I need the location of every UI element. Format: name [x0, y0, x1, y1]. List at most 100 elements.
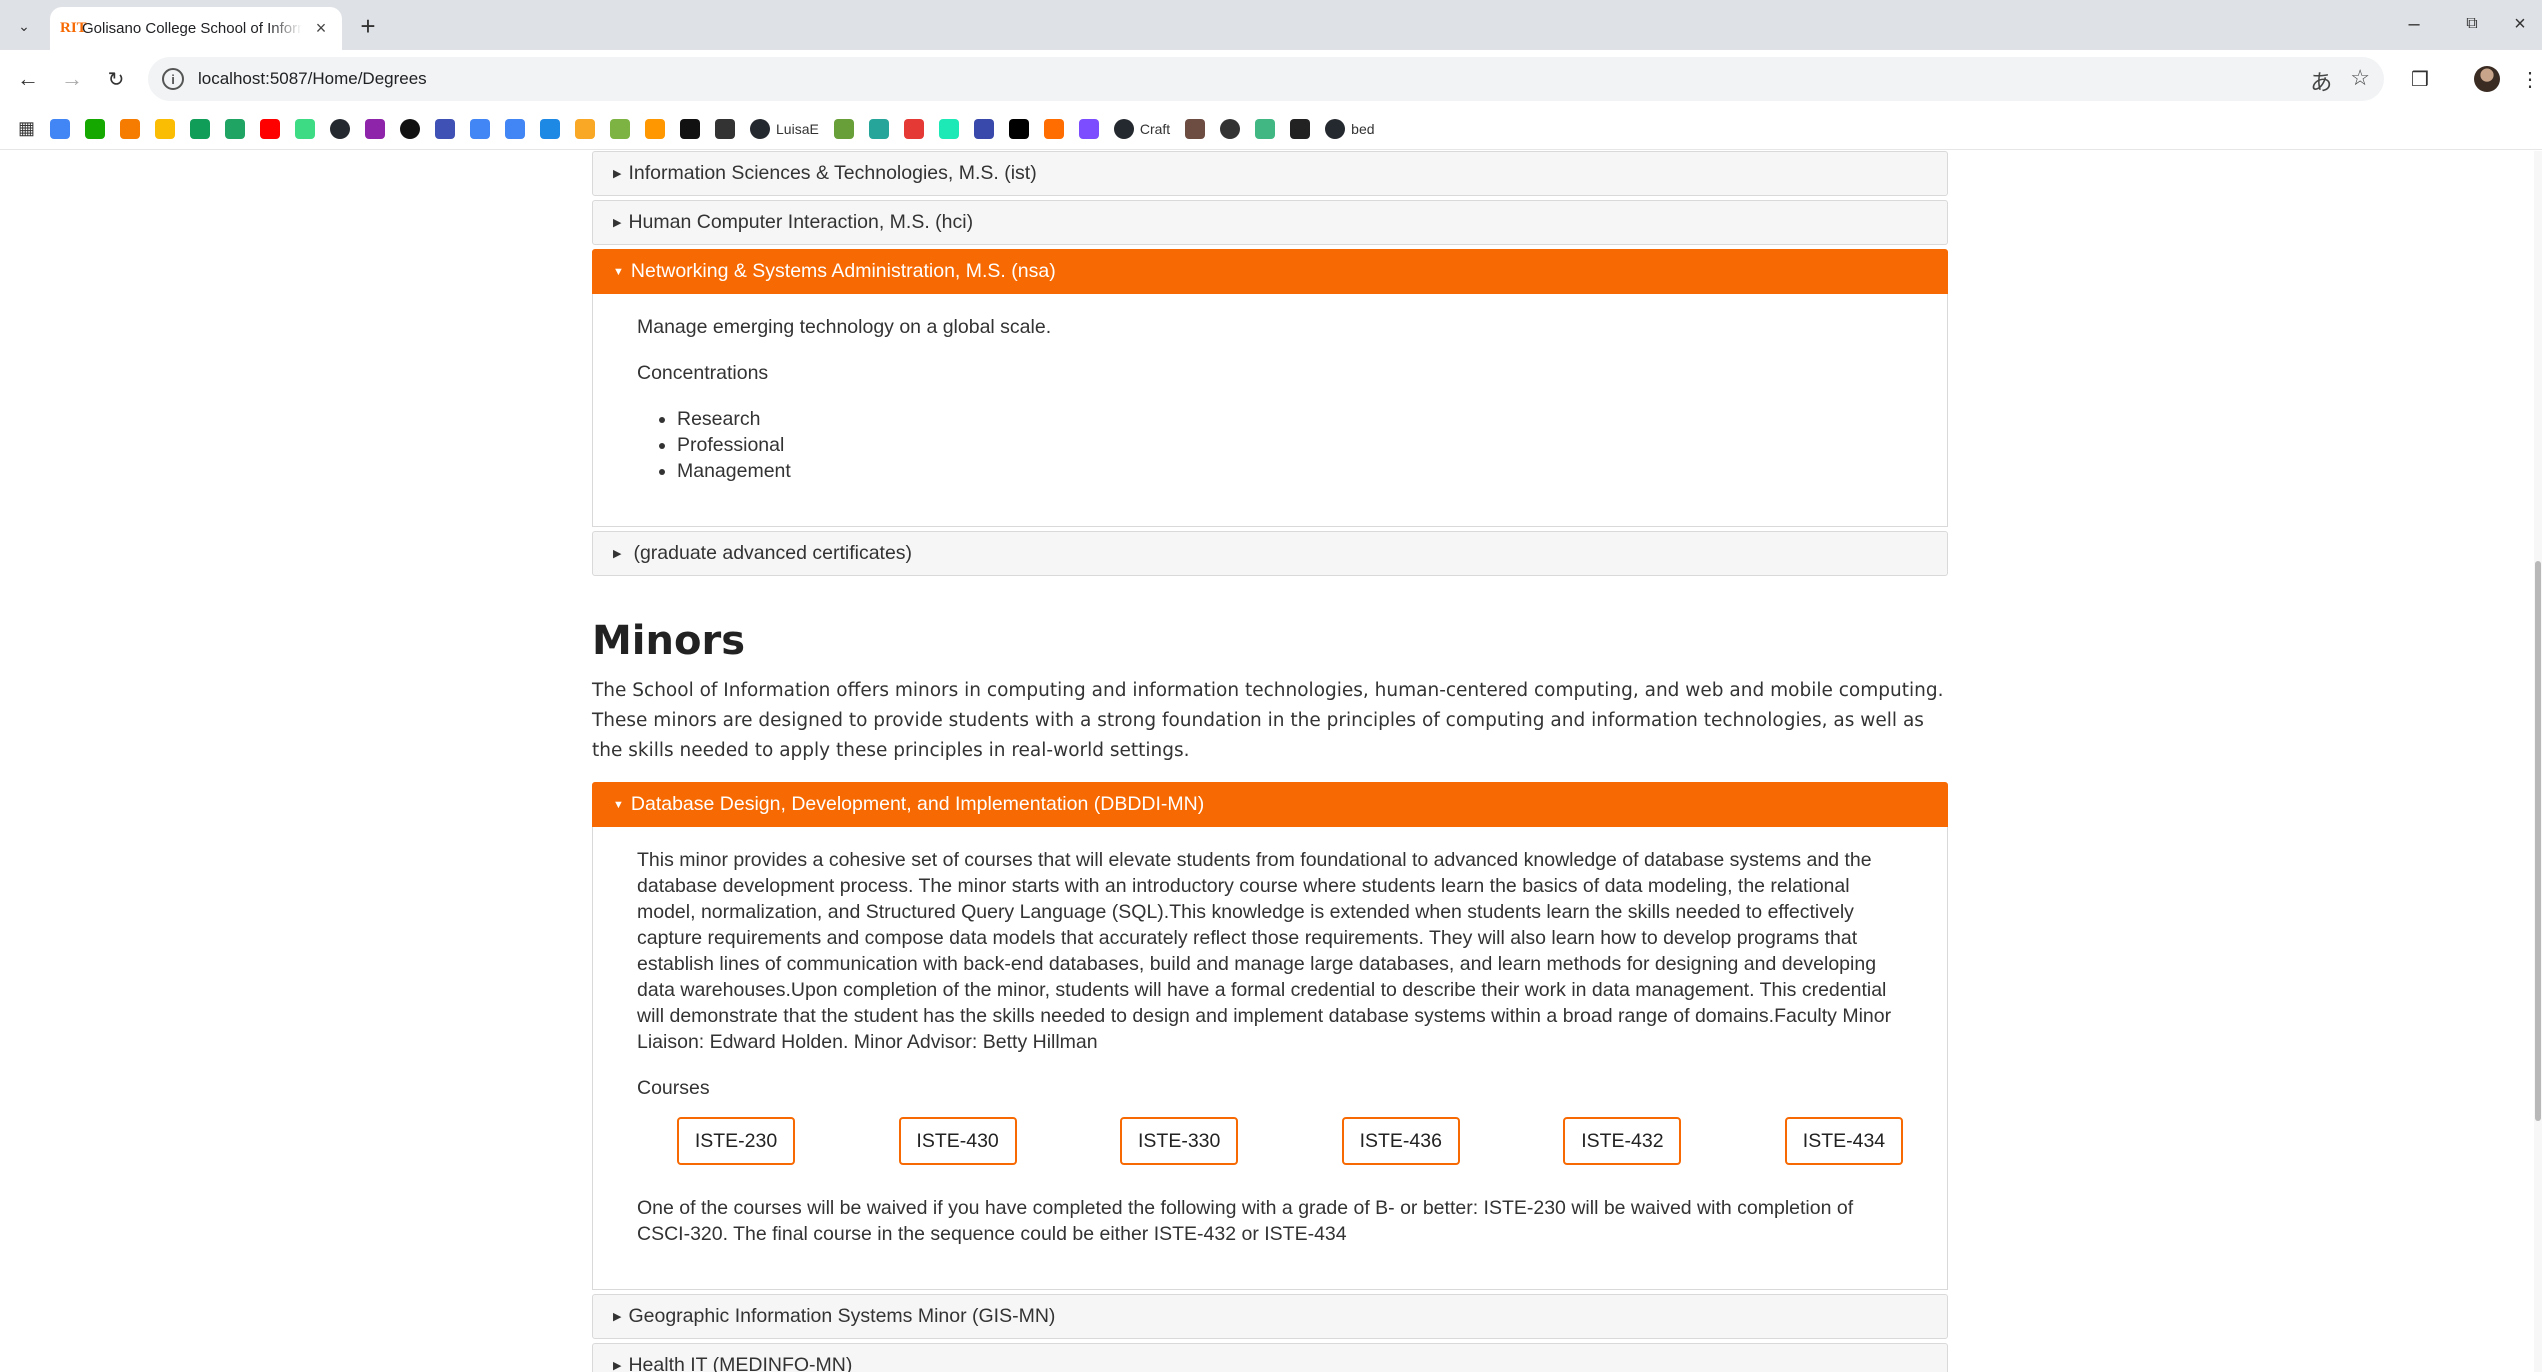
- bookmark-item[interactable]: [435, 114, 456, 144]
- bookmark-item[interactable]: [610, 114, 631, 144]
- bookmark-item[interactable]: [973, 114, 994, 144]
- bookmark-item[interactable]: [1043, 114, 1064, 144]
- caret-right-icon: ▶: [613, 168, 622, 180]
- extensions-icon[interactable]: ❒: [2404, 63, 2436, 95]
- bookmark-item[interactable]: [85, 114, 106, 144]
- bookmark-item[interactable]: Craft: [1113, 114, 1170, 144]
- bookmark-item[interactable]: [50, 114, 71, 144]
- accordion-health-it[interactable]: ▶ Health IT (MEDINFO-MN): [592, 1343, 1948, 1372]
- apps-grid-icon[interactable]: ▦: [18, 114, 35, 144]
- dbddi-panel: This minor provides a cohesive set of co…: [592, 827, 1948, 1290]
- bookmark-item[interactable]: [260, 114, 281, 144]
- bookmark-item[interactable]: [330, 114, 351, 144]
- globe-icon: [1220, 118, 1241, 139]
- accordion-label: Database Design, Development, and Implem…: [630, 793, 1205, 815]
- window-close-icon[interactable]: ×: [2498, 8, 2542, 40]
- url-text: localhost:5087/Home/Degrees: [198, 69, 427, 88]
- docs-icon: [50, 118, 71, 139]
- bookmark-item[interactable]: LuisaE: [750, 114, 819, 144]
- drive-icon: [225, 118, 246, 139]
- translate-icon[interactable]: あ: [2310, 65, 2332, 97]
- site-info-icon[interactable]: i: [162, 68, 184, 90]
- bookmark-item[interactable]: [505, 114, 526, 144]
- scrollbar-thumb[interactable]: [2535, 561, 2541, 1121]
- cube-icon: [1290, 118, 1311, 139]
- accordion-hci[interactable]: ▶ Human Computer Interaction, M.S. (hci): [592, 200, 1948, 245]
- bookmark-item[interactable]: [190, 114, 211, 144]
- bookmark-item[interactable]: [540, 114, 561, 144]
- app-green-icon: [938, 118, 959, 139]
- page-viewport: ▶ Information Sciences & Technologies, M…: [0, 151, 2542, 1372]
- page-scrollbar[interactable]: [2534, 151, 2542, 1372]
- bookmark-item[interactable]: [1255, 114, 1276, 144]
- bookmark-item[interactable]: [715, 114, 736, 144]
- course-button[interactable]: ISTE-430: [898, 1117, 1017, 1165]
- bookmark-item[interactable]: [1220, 114, 1241, 144]
- rit-favicon-icon: RIT: [60, 20, 87, 36]
- bookmark-item[interactable]: [1185, 114, 1206, 144]
- calendar-icon: [540, 118, 561, 139]
- bookmark-item[interactable]: [120, 114, 141, 144]
- caret-right-icon: ▶: [613, 548, 622, 560]
- app-blue-icon: [435, 118, 456, 139]
- bookmark-star-icon[interactable]: ☆: [2350, 65, 2370, 97]
- android-icon: [295, 118, 316, 139]
- accordion-ist[interactable]: ▶ Information Sciences & Technologies, M…: [592, 151, 1948, 196]
- bookmark-item[interactable]: bed: [1325, 114, 1375, 144]
- new-tab-button[interactable]: +: [352, 10, 384, 42]
- bookmark-item[interactable]: [645, 114, 666, 144]
- bookmark-item[interactable]: [903, 114, 924, 144]
- bookmark-item[interactable]: [295, 114, 316, 144]
- bookmark-item[interactable]: [1290, 114, 1311, 144]
- address-bar[interactable]: i localhost:5087/Home/Degrees あ ☆: [148, 57, 2384, 101]
- course-button[interactable]: ISTE-434: [1784, 1117, 1903, 1165]
- course-button[interactable]: ISTE-330: [1120, 1117, 1239, 1165]
- dbddi-description: This minor provides a cohesive set of co…: [637, 849, 1892, 1053]
- upwork-icon: [85, 118, 106, 139]
- translate-icon: [505, 118, 526, 139]
- list-item: Management: [677, 458, 1903, 484]
- reload-icon[interactable]: ↻: [100, 63, 132, 95]
- bookmark-item[interactable]: [1078, 114, 1099, 144]
- bookmark-item[interactable]: [400, 114, 421, 144]
- bookmark-item[interactable]: [680, 114, 701, 144]
- course-button[interactable]: ISTE-432: [1563, 1117, 1682, 1165]
- back-icon[interactable]: ←: [12, 63, 44, 95]
- app-purple-icon: [365, 118, 386, 139]
- shield-icon: [1078, 118, 1099, 139]
- accordion-nsa[interactable]: ▼ Networking & Systems Administration, M…: [592, 249, 1948, 294]
- list-item: Research: [677, 406, 1903, 432]
- accordion-certificates[interactable]: ▶ (graduate advanced certificates): [592, 531, 1948, 576]
- bookmark-item[interactable]: [833, 114, 854, 144]
- menu-kebab-icon[interactable]: ⋮: [2514, 63, 2542, 95]
- close-tab-icon[interactable]: ×: [310, 18, 332, 39]
- bookmark-item[interactable]: [470, 114, 491, 144]
- bookmark-item[interactable]: [1008, 114, 1029, 144]
- caret-right-icon: ▶: [613, 217, 622, 229]
- caret-down-icon: ▼: [613, 265, 624, 278]
- bookmark-item[interactable]: [225, 114, 246, 144]
- slides-icon: [155, 118, 176, 139]
- accordion-label: Networking & Systems Administration, M.S…: [630, 260, 1056, 282]
- browser-toolbar: ← → ↻ i localhost:5087/Home/Degrees あ ☆ …: [0, 50, 2542, 108]
- tab-search-icon[interactable]: ⌄: [8, 10, 40, 42]
- restore-icon[interactable]: ⧉: [2450, 8, 2494, 40]
- stack-icon: [715, 118, 736, 139]
- browser-tab[interactable]: RIT Golisano College School of Informati…: [50, 7, 342, 50]
- nsa-panel: Manage emerging technology on a global s…: [592, 294, 1948, 527]
- accordion-label: Human Computer Interaction, M.S. (hci): [628, 211, 974, 233]
- profile-avatar[interactable]: [2474, 66, 2500, 92]
- bookmark-item[interactable]: [868, 114, 889, 144]
- accordion-gis[interactable]: ▶ Geographic Information Systems Minor (…: [592, 1294, 1948, 1339]
- bookmark-item[interactable]: [365, 114, 386, 144]
- accordion-dbddi[interactable]: ▼ Database Design, Development, and Impl…: [592, 782, 1948, 827]
- bookmark-item[interactable]: [155, 114, 176, 144]
- minimize-icon[interactable]: –: [2392, 8, 2436, 40]
- bookmark-item[interactable]: [575, 114, 596, 144]
- course-button[interactable]: ISTE-436: [1341, 1117, 1460, 1165]
- bookmark-item[interactable]: [938, 114, 959, 144]
- courses-heading: Courses: [637, 1077, 710, 1099]
- forward-icon[interactable]: →: [56, 63, 88, 95]
- course-button[interactable]: ISTE-230: [677, 1117, 795, 1165]
- accordion-label: Geographic Information Systems Minor (GI…: [628, 1305, 1056, 1327]
